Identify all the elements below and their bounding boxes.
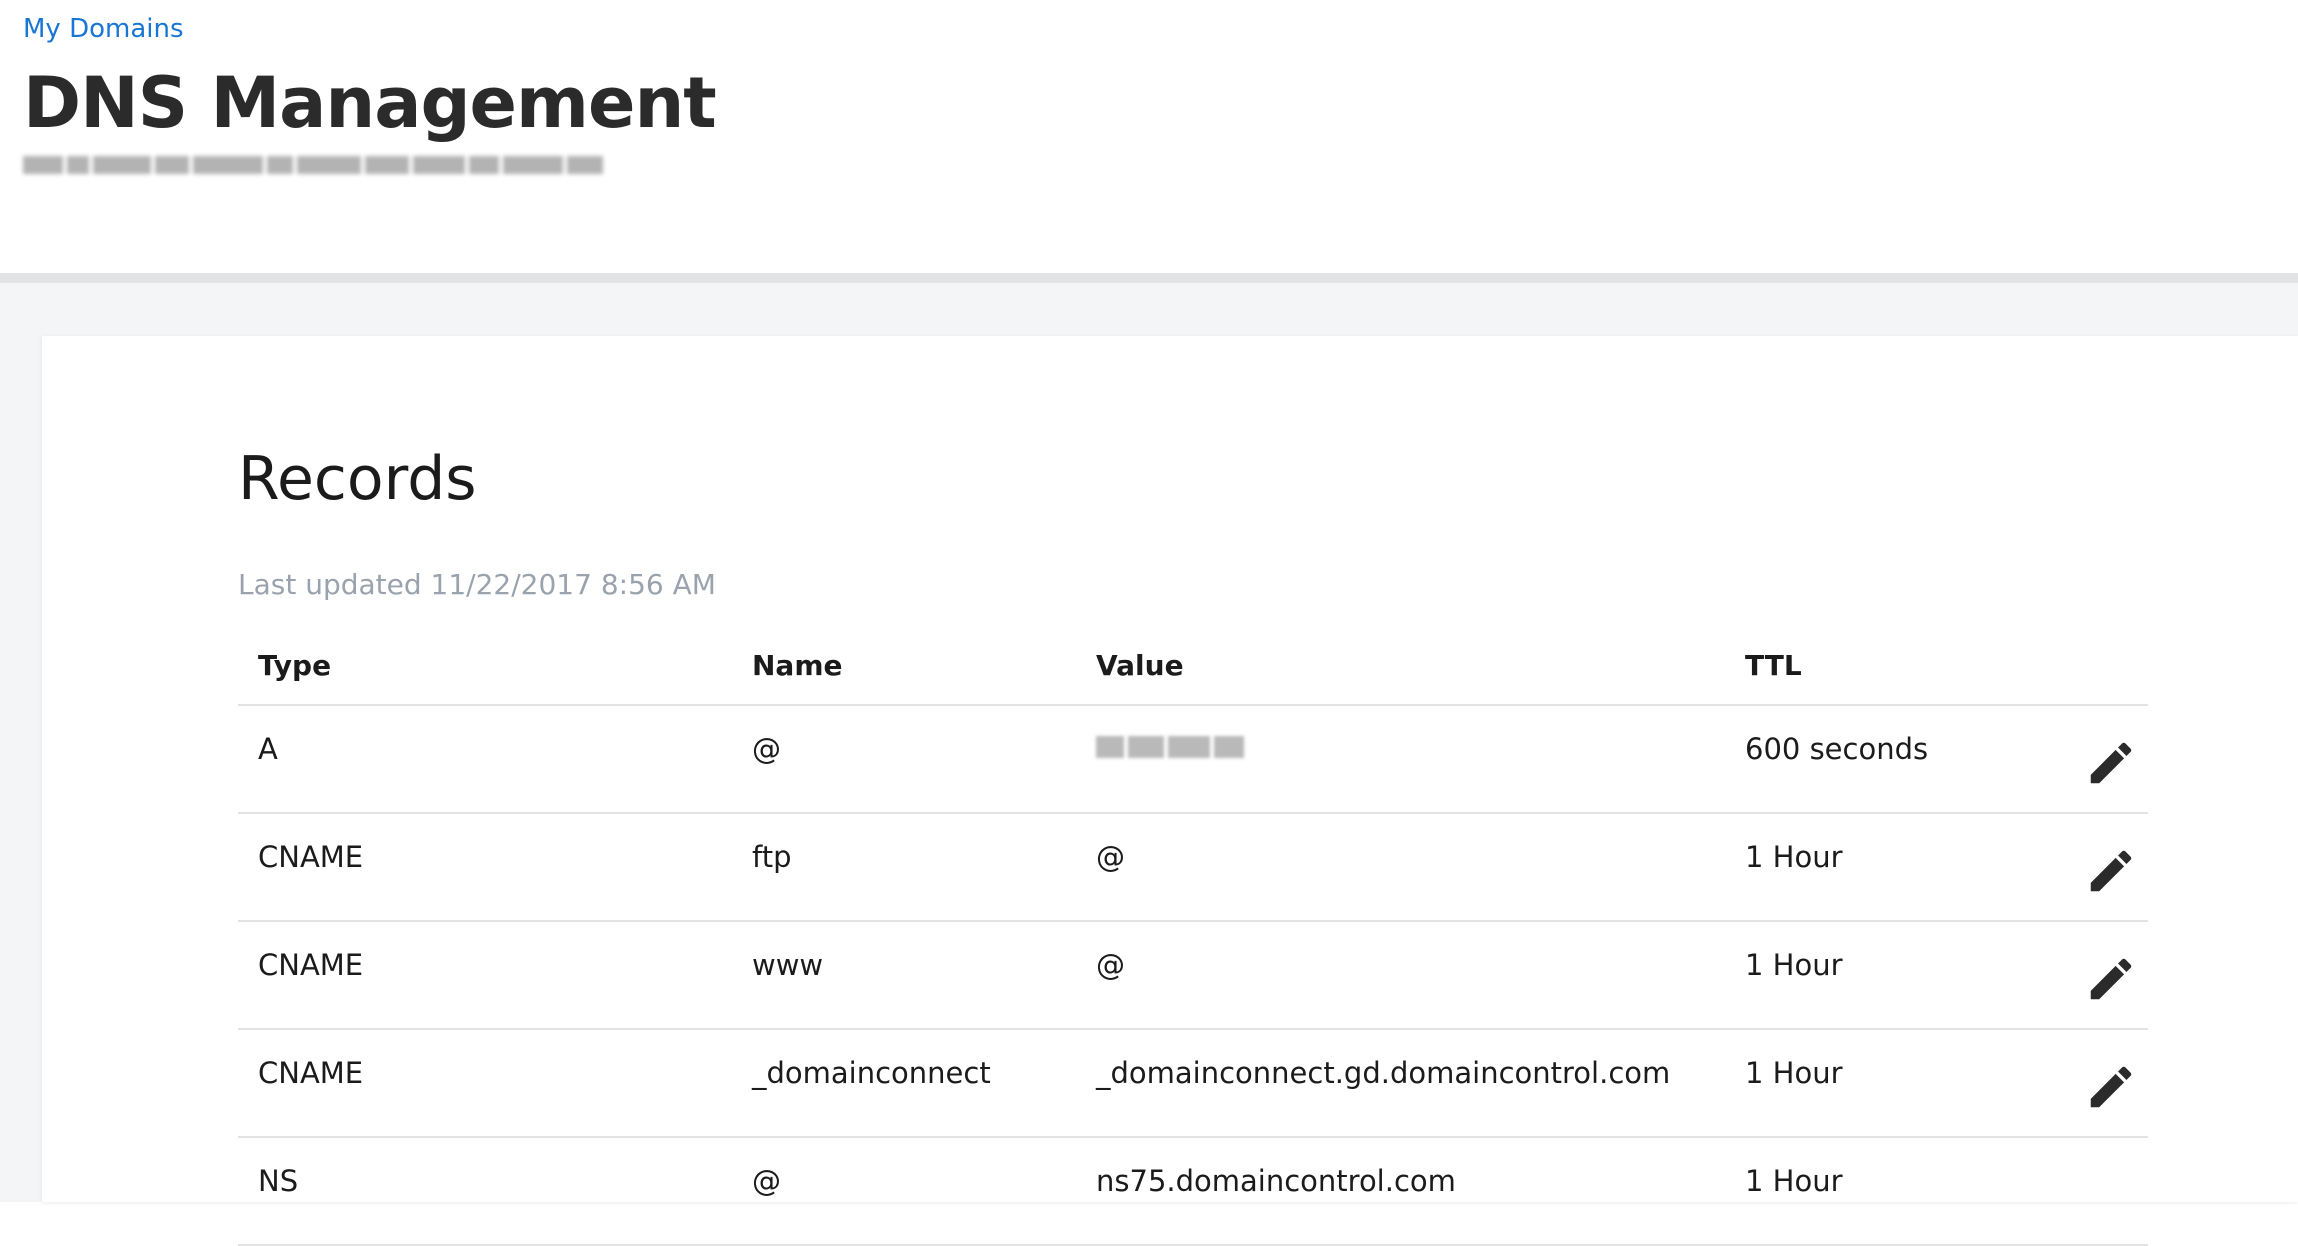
records-table: Type Name Value TTL A @ 600 seconds CNAM…	[238, 626, 2148, 1246]
record-value	[1076, 705, 1725, 814]
record-type: CNAME	[238, 921, 732, 1030]
record-value: @	[1076, 921, 1725, 1030]
table-row: CNAME ftp @ 1 Hour	[238, 813, 2148, 922]
record-value: ns75.domaincontrol.com	[1076, 1137, 1725, 1246]
breadcrumb-my-domains[interactable]: My Domains	[23, 14, 184, 44]
table-header-row: Type Name Value TTL	[238, 626, 2148, 706]
record-ttl: 1 Hour	[1725, 1029, 2025, 1138]
record-name: www	[732, 921, 1076, 1030]
pencil-icon[interactable]	[2084, 1060, 2138, 1114]
pencil-icon[interactable]	[2084, 736, 2138, 790]
record-actions	[2025, 813, 2148, 922]
column-header-type: Type	[238, 626, 732, 706]
record-value: _domainconnect.gd.domaincontrol.com	[1076, 1029, 1725, 1138]
page-title: DNS Management	[23, 62, 717, 144]
record-name: ftp	[732, 813, 1076, 922]
records-heading: Records	[238, 444, 477, 514]
record-type: CNAME	[238, 1029, 732, 1138]
column-header-value: Value	[1076, 626, 1725, 706]
record-name: @	[732, 1137, 1076, 1246]
record-ttl: 1 Hour	[1725, 921, 2025, 1030]
record-actions	[2025, 1029, 2148, 1138]
redacted-ip-address	[1096, 732, 1725, 762]
last-updated-text: Last updated 11/22/2017 8:56 AM	[238, 568, 716, 601]
column-header-actions	[2025, 626, 2148, 706]
record-actions	[2025, 1137, 2148, 1246]
record-name: _domainconnect	[732, 1029, 1076, 1138]
record-ttl: 1 Hour	[1725, 1137, 2025, 1246]
record-type: A	[238, 705, 732, 814]
table-row: CNAME _domainconnect _domainconnect.gd.d…	[238, 1029, 2148, 1138]
column-header-name: Name	[732, 626, 1076, 706]
header-divider	[0, 273, 2298, 283]
record-name: @	[732, 705, 1076, 814]
table-row: CNAME www @ 1 Hour	[238, 921, 2148, 1030]
record-type: CNAME	[238, 813, 732, 922]
page-header: My Domains DNS Management	[0, 0, 2298, 273]
pencil-icon[interactable]	[2084, 952, 2138, 1006]
record-ttl: 1 Hour	[1725, 813, 2025, 922]
record-type: NS	[238, 1137, 732, 1246]
redacted-domain-name	[23, 148, 643, 182]
record-ttl: 600 seconds	[1725, 705, 2025, 814]
column-header-ttl: TTL	[1725, 626, 2025, 706]
table-row: A @ 600 seconds	[238, 705, 2148, 814]
records-card: Records Last updated 11/22/2017 8:56 AM …	[42, 336, 2298, 1246]
record-value: @	[1076, 813, 1725, 922]
pencil-icon[interactable]	[2084, 844, 2138, 898]
record-actions	[2025, 705, 2148, 814]
record-actions	[2025, 921, 2148, 1030]
table-row: NS @ ns75.domaincontrol.com 1 Hour	[238, 1137, 2148, 1246]
